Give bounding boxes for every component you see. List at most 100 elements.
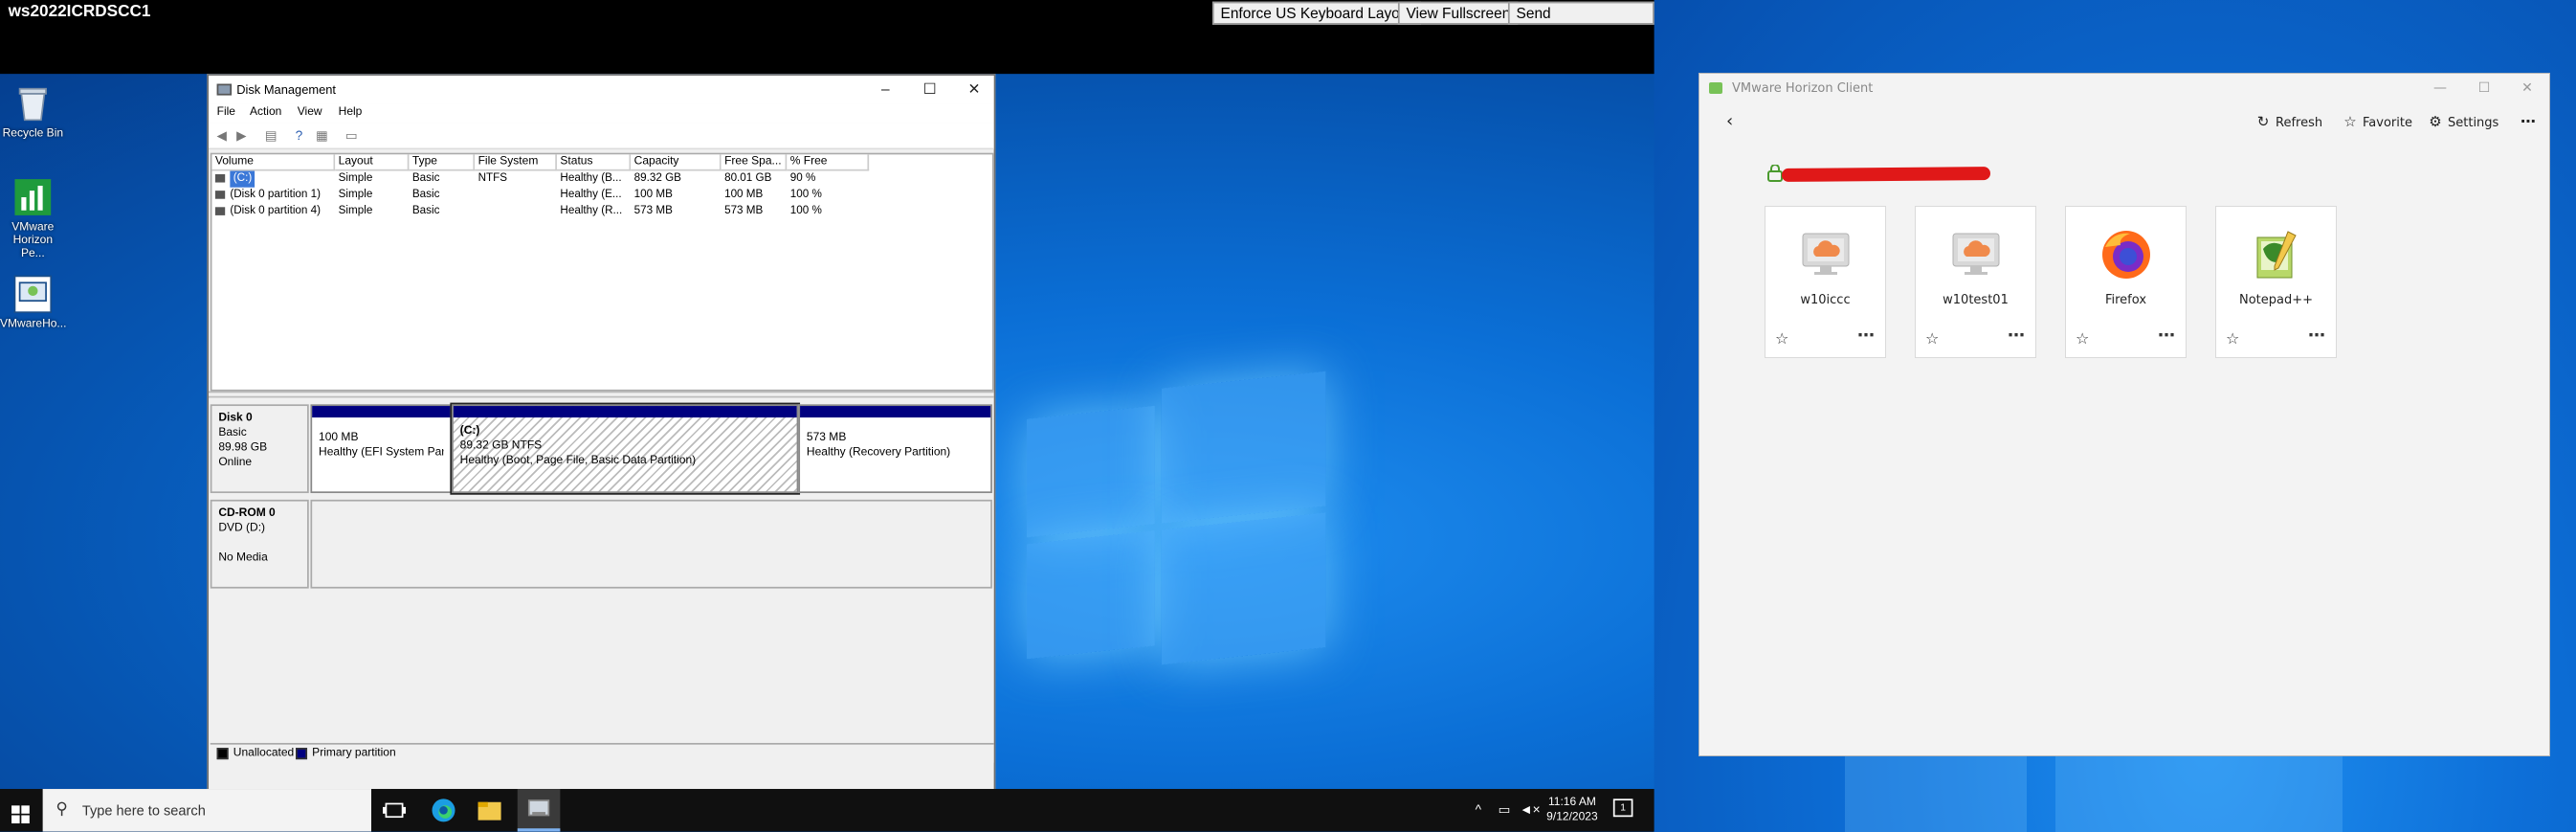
cell: Simple [338, 172, 373, 185]
remote-console[interactable]: ws2022ICRDSCC1 Enforce US Keyboard Layou… [0, 0, 1654, 832]
volume-icon [214, 191, 226, 199]
menu-view[interactable]: View [298, 107, 322, 119]
star-outline-icon[interactable]: ☆ [2076, 329, 2089, 348]
legend-bar: Unallocated Primary partition [210, 742, 994, 763]
volume-list[interactable]: Volume Layout Type File System Status Ca… [210, 152, 994, 392]
settings-button[interactable]: ⚙ Settings [2427, 110, 2498, 133]
cdrom0-label[interactable]: CD-ROM 0 DVD (D:) No Media [210, 499, 309, 589]
more-options-icon[interactable]: ⋯ [1857, 326, 1876, 346]
tile-w10iccc[interactable]: w10iccc ☆ ⋯ [1765, 206, 1886, 358]
tray-chevron-icon[interactable]: ^ [1476, 802, 1481, 817]
partition-c-drive[interactable]: (C:) 89.32 GB NTFS Healthy (Boot, Page Fil… [450, 402, 801, 495]
cell: 573 MB [633, 205, 673, 217]
partition-label: (C:) [459, 425, 480, 438]
title-bar[interactable]: VMware Horizon Client — ☐ ✕ [1699, 74, 2549, 102]
search-icon: ⚲ [56, 800, 68, 819]
column-header[interactable]: File System [475, 154, 557, 171]
close-icon[interactable]: ✕ [958, 79, 990, 100]
enforce-keyboard-button[interactable]: Enforce US Keyboard Layout [1211, 1, 1421, 25]
volume-icon [214, 173, 226, 183]
forward-arrow-icon[interactable]: ▶ [233, 128, 250, 143]
gear-icon: ⚙ [2429, 113, 2442, 130]
clock[interactable]: 11:16 AM 9/12/2023 [1544, 796, 1600, 825]
disk-management-app-icon [216, 83, 233, 96]
horizon-client-shortcut-icon [13, 275, 53, 314]
disk-state: Online [218, 457, 253, 469]
cell: Healthy (E... [560, 189, 622, 201]
menu-action[interactable]: Action [250, 107, 281, 119]
star-outline-icon[interactable]: ☆ [1925, 329, 1939, 348]
partition-recovery[interactable]: 573 MB Healthy (Recovery Partition) [798, 404, 992, 494]
tile-name: Notepad++ [2238, 293, 2314, 307]
more-options-icon[interactable]: ⋯ [2308, 326, 2326, 346]
back-arrow-icon[interactable]: ‹ [1726, 110, 1733, 133]
disk-management-taskbar-button[interactable] [517, 789, 561, 832]
column-header[interactable]: Status [556, 154, 632, 171]
maximize-icon[interactable]: ☐ [914, 79, 946, 100]
title-bar[interactable]: Disk Management – ☐ ✕ [209, 75, 994, 104]
column-header[interactable]: Capacity [631, 154, 722, 171]
table-row[interactable]: (Disk 0 partition 4) Simple Basic Health… [211, 204, 991, 220]
show-list-icon[interactable]: ▭ [344, 128, 360, 143]
menu-file[interactable]: File [217, 107, 235, 119]
cell: Basic [411, 205, 440, 217]
desktop-icon-horizon-performance[interactable]: VMware Horizon Pe... [0, 177, 66, 261]
column-header[interactable]: Volume [211, 154, 336, 171]
cell: 100 % [789, 189, 822, 201]
more-options-icon[interactable]: ⋯ [2158, 326, 2176, 346]
send-ctrl-alt-delete-button[interactable]: Send Ctrl+Alt+Delete [1507, 1, 1654, 41]
column-header[interactable]: Layout [335, 154, 410, 171]
view-fullscreen-button[interactable]: View Fullscreen [1397, 1, 1519, 25]
maximize-icon[interactable]: ☐ [2465, 78, 2503, 99]
search-placeholder: Type here to search [81, 801, 206, 819]
task-view-icon[interactable] [381, 798, 407, 823]
desktop-icon-recycle-bin[interactable]: Recycle Bin [0, 84, 66, 142]
console-tree-icon[interactable]: ▤ [263, 128, 279, 143]
close-icon[interactable]: ✕ [2508, 78, 2546, 99]
minimize-icon[interactable]: – [869, 79, 901, 100]
help-icon[interactable]: ? [291, 128, 307, 143]
column-header[interactable]: Type [409, 154, 476, 171]
menu-help[interactable]: Help [339, 107, 363, 119]
column-header[interactable]: Free Spa... [721, 154, 788, 171]
minimize-icon[interactable]: — [2421, 78, 2459, 99]
tile-firefox[interactable]: Firefox ☆ ⋯ [2065, 206, 2187, 358]
cell: Basic [411, 172, 440, 185]
desktop-icon-label: VMware Horizon Pe... [11, 221, 55, 260]
clock-time: 11:16 AM [1547, 797, 1596, 809]
cell: Simple [338, 189, 373, 201]
notifications-icon[interactable]: 1 [1612, 798, 1633, 818]
more-options-icon[interactable]: ⋯ [2008, 326, 2026, 346]
table-row[interactable]: (Disk 0 partition 1) Simple Basic Health… [211, 188, 991, 204]
clock-date: 9/12/2023 [1546, 812, 1598, 824]
taskbar-search-box[interactable]: ⚲ Type here to search [42, 789, 371, 832]
tile-w10test01[interactable]: w10test01 ☆ ⋯ [1915, 206, 2036, 358]
network-icon[interactable]: ▭ [1499, 802, 1511, 817]
cell: Basic [411, 189, 440, 201]
cell: 90 % [789, 172, 816, 185]
edge-icon[interactable] [431, 798, 456, 823]
tile-notepad-plus-plus[interactable]: Notepad++ ☆ ⋯ [2215, 206, 2337, 358]
star-outline-icon[interactable]: ☆ [1775, 329, 1788, 348]
more-options-icon[interactable]: ⋯ [2520, 110, 2536, 133]
refresh-button[interactable]: ↻ Refresh [2254, 110, 2322, 133]
cell: 89.32 GB [633, 172, 681, 185]
disk0-label[interactable]: Disk 0 Basic 89.98 GB Online [210, 404, 309, 494]
pane-splitter[interactable] [209, 391, 994, 398]
cdrom-empty-area [310, 499, 992, 589]
favorite-button[interactable]: ☆ Favorite [2342, 110, 2412, 133]
star-outline-icon[interactable]: ☆ [2226, 329, 2239, 348]
cell: 100 MB [724, 189, 764, 201]
desktop-icon-horizon-client[interactable]: VMwareHo... [0, 275, 66, 332]
table-row[interactable]: (C:) Simple Basic NTFS Healthy (B... 89.… [211, 170, 991, 188]
partition-efi[interactable]: 100 MB Healthy (EFI System Parti [310, 404, 453, 494]
settings-label: Settings [2448, 116, 2499, 130]
disk-management-window[interactable]: Disk Management – ☐ ✕ File Action View H… [207, 74, 996, 791]
disk-name: Disk 0 [218, 412, 253, 424]
volume-muted-icon[interactable]: ◄× [1520, 802, 1541, 817]
properties-icon[interactable]: ▦ [314, 128, 330, 143]
file-explorer-icon[interactable] [477, 798, 502, 823]
back-arrow-icon[interactable]: ◀ [213, 128, 230, 143]
start-button[interactable] [11, 802, 30, 824]
column-header[interactable]: % Free [787, 154, 870, 171]
